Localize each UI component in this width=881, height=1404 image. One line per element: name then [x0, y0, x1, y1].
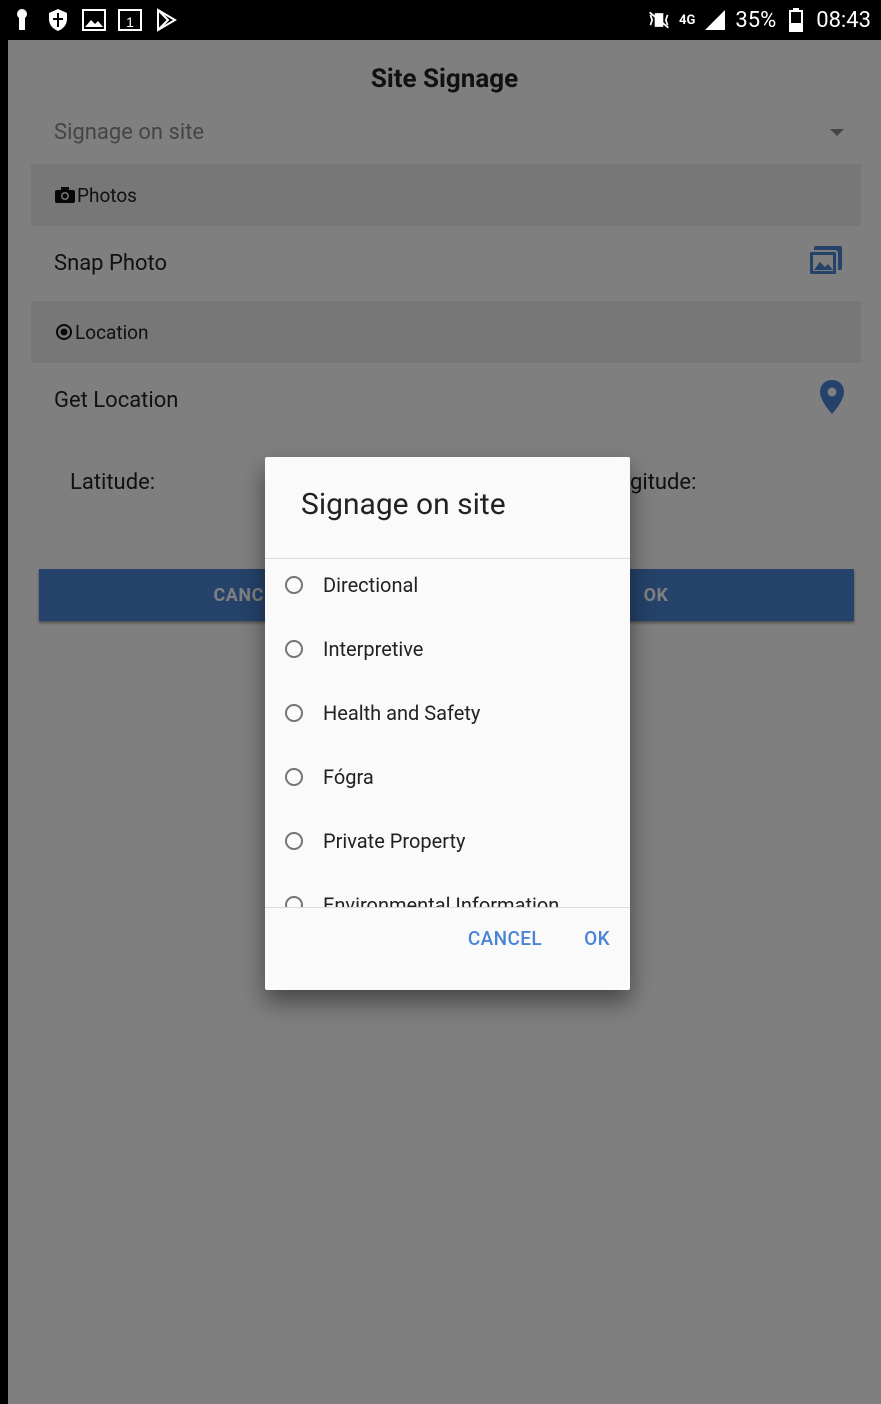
dialog-divider-bottom — [265, 907, 630, 908]
dialog-options-list[interactable]: Directional Interpretive Health and Safe… — [265, 559, 630, 907]
option-label: Health and Safety — [323, 701, 481, 725]
radio-unchecked-icon[interactable] — [285, 768, 303, 786]
battery-icon — [784, 8, 808, 32]
dialog-actions: CANCEL OK — [468, 927, 610, 950]
status-bar: 1 4G 35% 08:43 — [0, 0, 881, 40]
option-label: Interpretive — [323, 637, 424, 661]
radio-unchecked-icon[interactable] — [285, 896, 303, 907]
calendar-icon: 1 — [118, 8, 142, 32]
svg-text:1: 1 — [126, 14, 134, 30]
option-label: Fógra — [323, 765, 374, 789]
option-private-property[interactable]: Private Property — [285, 821, 466, 861]
dialog-title: Signage on site — [301, 487, 506, 522]
status-bar-right: 4G 35% 08:43 — [647, 8, 871, 33]
image-icon — [82, 8, 106, 32]
option-label: Private Property — [323, 829, 466, 853]
option-label: Environmental Information — [323, 893, 560, 907]
option-health-and-safety[interactable]: Health and Safety — [285, 693, 480, 733]
vibrate-mute-icon — [647, 8, 671, 32]
keyhole-icon — [10, 8, 34, 32]
radio-unchecked-icon[interactable] — [285, 640, 303, 658]
signage-dialog: Signage on site Directional Interpretive… — [265, 457, 630, 990]
option-fogra[interactable]: Fógra — [285, 757, 374, 797]
option-directional[interactable]: Directional — [285, 565, 418, 605]
radio-unchecked-icon[interactable] — [285, 832, 303, 850]
option-label: Directional — [323, 573, 419, 597]
option-interpretive[interactable]: Interpretive — [285, 629, 423, 669]
dialog-ok-button[interactable]: OK — [584, 927, 610, 950]
network-type: 4G — [679, 12, 696, 28]
clock: 08:43 — [816, 7, 871, 33]
signal-icon — [703, 8, 727, 32]
shield-icon — [46, 8, 70, 32]
radio-unchecked-icon[interactable] — [285, 704, 303, 722]
status-bar-left-icons: 1 — [10, 8, 178, 32]
dialog-cancel-button[interactable]: CANCEL — [468, 927, 542, 950]
play-store-icon — [154, 8, 178, 32]
option-environmental-information[interactable]: Environmental Information — [285, 885, 559, 907]
radio-unchecked-icon[interactable] — [285, 576, 303, 594]
battery-percent: 35% — [735, 7, 777, 33]
